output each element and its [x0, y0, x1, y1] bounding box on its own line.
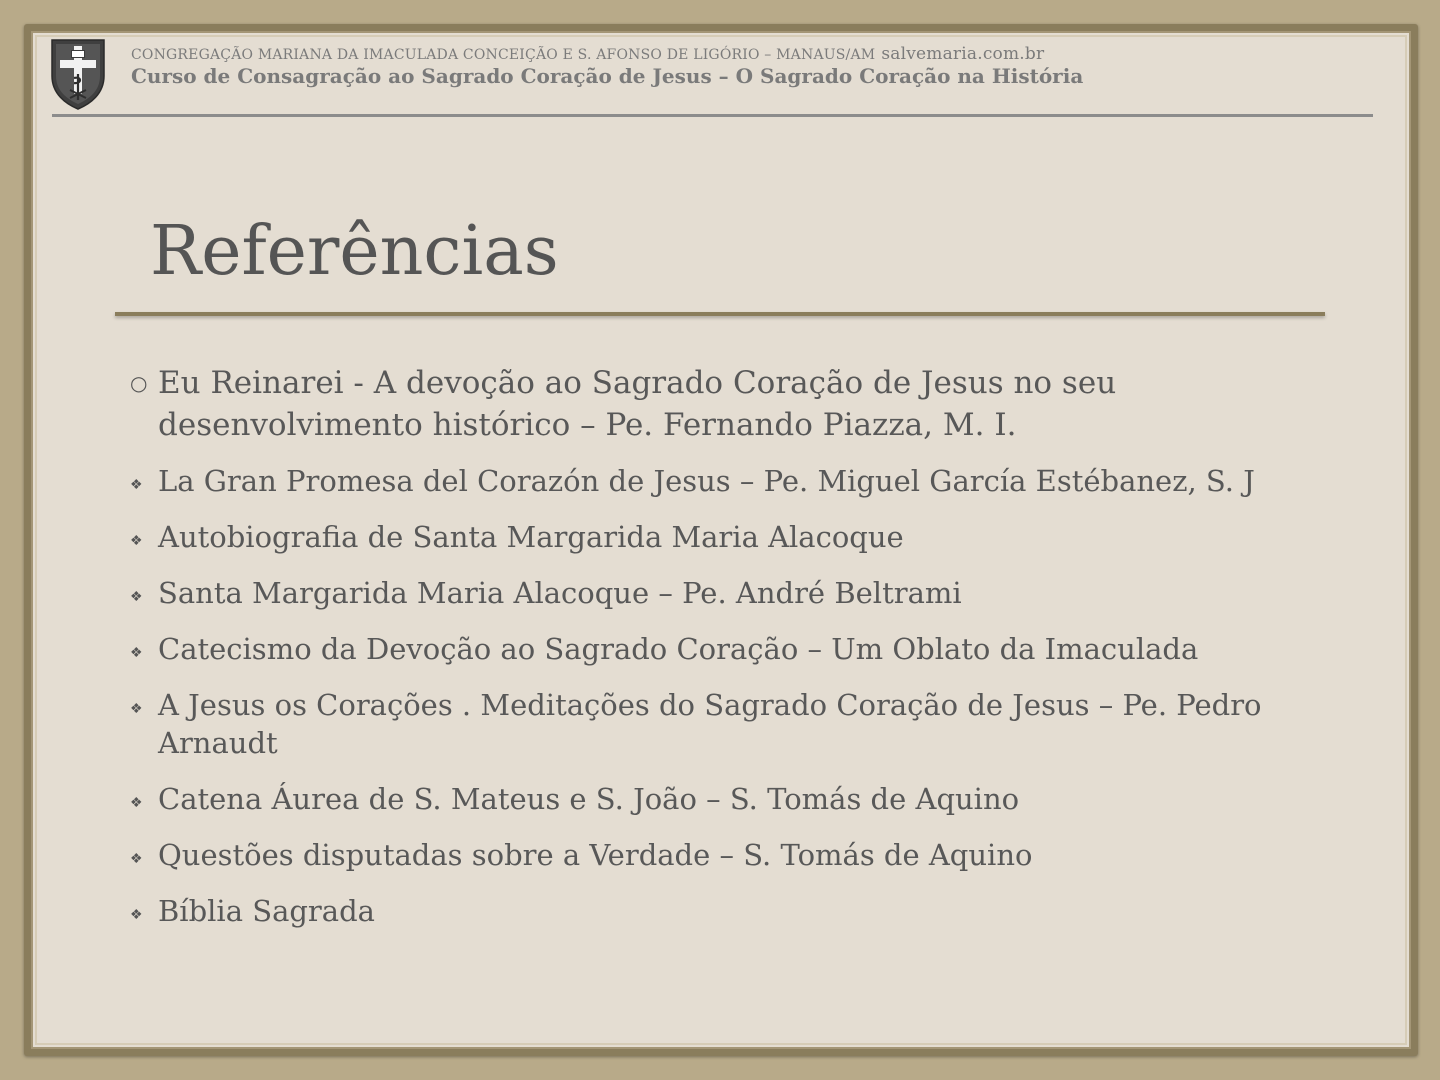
- diamond-bullet-icon: ❖: [130, 477, 143, 493]
- title-divider: [115, 312, 1325, 316]
- website-link[interactable]: salvemaria.com.br: [881, 44, 1044, 64]
- references-list: ○ Eu Reinarei - A devoção ao Sagrado Cor…: [128, 362, 1278, 948]
- reference-text: Eu Reinarei - A devoção ao Sagrado Coraç…: [158, 365, 1117, 443]
- reference-item: ❖ Catena Áurea de S. Mateus e S. João – …: [128, 780, 1278, 818]
- reference-text: Santa Margarida Maria Alacoque – Pe. And…: [158, 576, 962, 610]
- diamond-bullet-icon: ❖: [130, 701, 143, 717]
- header-organization: CONGREGAÇÃO MARIANA DA IMACULADA CONCEIÇ…: [131, 44, 1044, 64]
- reference-text: Questões disputadas sobre a Verdade – S.…: [158, 838, 1033, 872]
- diamond-bullet-icon: ❖: [130, 851, 143, 867]
- reference-item: ❖ Santa Margarida Maria Alacoque – Pe. A…: [128, 574, 1278, 612]
- reference-text: Bíblia Sagrada: [158, 894, 375, 928]
- reference-item: ❖ A Jesus os Corações . Meditações do Sa…: [128, 686, 1278, 762]
- reference-text: Autobiografia de Santa Margarida Maria A…: [158, 520, 904, 554]
- reference-item: ❖ Catecismo da Devoção ao Sagrado Coraçã…: [128, 630, 1278, 668]
- diamond-bullet-icon: ❖: [130, 645, 143, 661]
- reference-item: ❖ La Gran Promesa del Corazón de Jesus –…: [128, 462, 1278, 500]
- header-divider: [52, 114, 1373, 117]
- reference-item: ❖ Autobiografia de Santa Margarida Maria…: [128, 518, 1278, 556]
- reference-item: ❖ Bíblia Sagrada: [128, 892, 1278, 930]
- diamond-bullet-icon: ❖: [130, 533, 143, 549]
- diamond-bullet-icon: ❖: [130, 907, 143, 923]
- diamond-bullet-icon: ❖: [130, 795, 143, 811]
- organization-name: CONGREGAÇÃO MARIANA DA IMACULADA CONCEIÇ…: [131, 47, 876, 63]
- circle-bullet-icon: ○: [130, 371, 148, 395]
- course-title: Curso de Consagração ao Sagrado Coração …: [131, 64, 1084, 88]
- reference-text: Catecismo da Devoção ao Sagrado Coração …: [158, 632, 1199, 666]
- reference-text: La Gran Promesa del Corazón de Jesus – P…: [158, 464, 1255, 498]
- diamond-bullet-icon: ❖: [130, 589, 143, 605]
- reference-item: ○ Eu Reinarei - A devoção ao Sagrado Cor…: [128, 362, 1278, 446]
- reference-text: Catena Áurea de S. Mateus e S. João – S.…: [158, 782, 1020, 816]
- shield-cross-crest-icon: [51, 39, 105, 110]
- reference-text: A Jesus os Corações . Meditações do Sagr…: [158, 688, 1262, 760]
- reference-item: ❖ Questões disputadas sobre a Verdade – …: [128, 836, 1278, 874]
- slide-title: Referências: [150, 212, 559, 291]
